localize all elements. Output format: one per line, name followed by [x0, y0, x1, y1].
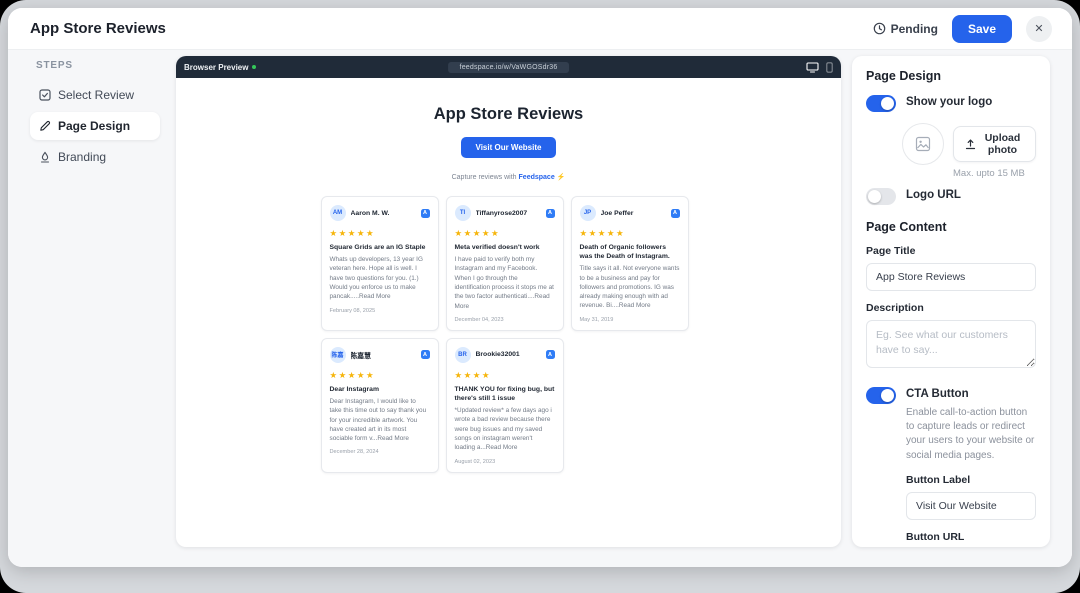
sidebar-item-page-design[interactable]: Page Design — [30, 112, 160, 140]
avatar: 陈嘉 — [330, 347, 346, 363]
review-body[interactable]: Title says it all. Not everyone wants to… — [580, 264, 680, 310]
browser-preview-text: Browser Preview — [184, 63, 248, 72]
visit-website-button[interactable]: Visit Our Website — [461, 137, 557, 158]
close-button[interactable]: ✕ — [1026, 16, 1052, 42]
reviewer-name: Tiffanyrose2007 — [476, 210, 541, 217]
preview-url[interactable]: feedspace.io/w/VaWGOSdr36 — [448, 62, 570, 73]
steps-sidebar: STEPS Select Review Page Design Branding — [30, 60, 160, 174]
page-content-heading: Page Content — [866, 220, 1036, 234]
app-header: App Store Reviews Pending Save ✕ — [8, 8, 1072, 50]
sidebar-item-label: Branding — [58, 150, 106, 164]
review-card: AM Aaron M. W. A ★★★★★ Square Grids are … — [321, 196, 439, 331]
save-button[interactable]: Save — [952, 15, 1012, 43]
page-title-input[interactable] — [866, 263, 1036, 291]
show-logo-toggle[interactable] — [866, 95, 896, 112]
cta-button-label: CTA Button — [906, 386, 1036, 403]
sidebar-item-branding[interactable]: Branding — [30, 143, 160, 171]
review-date: May 31, 2019 — [580, 317, 680, 323]
logo-placeholder[interactable] — [902, 123, 944, 165]
review-body[interactable]: *Updated review* a few days ago i wrote … — [455, 406, 555, 452]
reviewer-name: Joe Peffer — [601, 210, 666, 217]
star-rating: ★★★★ — [455, 370, 555, 381]
upload-size-hint: Max. upto 15 MB — [953, 168, 1036, 179]
review-title: Dear Instagram — [330, 385, 430, 394]
show-logo-label: Show your logo — [906, 94, 992, 111]
steps-heading: STEPS — [36, 60, 160, 71]
reviews-grid: AM Aaron M. W. A ★★★★★ Square Grids are … — [321, 196, 697, 473]
app-store-icon: A — [546, 350, 555, 359]
sidebar-item-label: Page Design — [58, 119, 130, 133]
review-title: Square Grids are an IG Staple — [330, 243, 430, 252]
reviewer-name: 陈嘉慧 — [351, 350, 416, 360]
star-rating: ★★★★★ — [455, 228, 555, 239]
wall-title: App Store Reviews — [176, 105, 841, 124]
review-body[interactable]: I have paid to verify both my Instagram … — [455, 255, 555, 311]
caption-text: Capture reviews with — [452, 174, 517, 181]
app-store-icon: A — [671, 209, 680, 218]
desktop-icon[interactable] — [806, 62, 819, 73]
description-label: Description — [866, 302, 1036, 314]
review-date: February 08, 2025 — [330, 308, 430, 314]
review-body[interactable]: Dear Instagram, I would like to take thi… — [330, 397, 430, 443]
feedspace-link[interactable]: Feedspace — [519, 174, 555, 181]
star-rating: ★★★★★ — [330, 370, 430, 381]
cta-button-description: Enable call-to-action button to capture … — [906, 406, 1036, 463]
description-input[interactable] — [866, 320, 1036, 368]
avatar: AM — [330, 205, 346, 221]
button-url-label: Button URL — [906, 531, 1036, 543]
pencil-icon — [39, 120, 51, 132]
avatar: JP — [580, 205, 596, 221]
panel-heading: Page Design — [866, 69, 1036, 83]
app-window: App Store Reviews Pending Save ✕ STEPS S… — [8, 8, 1072, 567]
review-title: Meta verified doesn't work — [455, 243, 555, 252]
app-body: STEPS Select Review Page Design Branding — [8, 50, 1072, 567]
app-store-icon: A — [421, 209, 430, 218]
live-status-dot — [252, 65, 256, 69]
avatar: BR — [455, 347, 471, 363]
clock-icon — [873, 22, 886, 35]
review-card: BR Brookie32001 A ★★★★ THANK YOU for fix… — [446, 338, 564, 473]
star-rating: ★★★★★ — [580, 228, 680, 239]
status-badge: Pending — [873, 22, 938, 36]
page-title-label: Page Title — [866, 245, 1036, 257]
logo-url-label: Logo URL — [906, 187, 961, 204]
button-label-input[interactable] — [906, 492, 1036, 520]
review-date: December 04, 2023 — [455, 317, 555, 323]
app-store-icon: A — [546, 209, 555, 218]
feedspace-caption: Capture reviews with Feedspace ⚡ — [176, 173, 841, 181]
sidebar-item-select-review[interactable]: Select Review — [30, 81, 160, 109]
browser-preview-bar: Browser Preview feedspace.io/w/VaWGOSdr3… — [176, 56, 841, 78]
mobile-icon[interactable] — [826, 62, 833, 73]
sidebar-item-label: Select Review — [58, 88, 134, 102]
upload-photo-label: Upload photo — [981, 132, 1024, 156]
star-rating: ★★★★★ — [330, 228, 430, 239]
review-title: Death of Organic followers was the Death… — [580, 243, 680, 261]
app-store-icon: A — [421, 350, 430, 359]
reviewer-name: Aaron M. W. — [351, 210, 416, 217]
review-card: TI Tiffanyrose2007 A ★★★★★ Meta verified… — [446, 196, 564, 331]
review-date: December 28, 2024 — [330, 449, 430, 455]
branding-icon — [39, 151, 51, 163]
logo-url-toggle[interactable] — [866, 188, 896, 205]
cta-button-toggle[interactable] — [866, 387, 896, 404]
lightning-icon: ⚡ — [557, 174, 566, 181]
checkbox-icon — [39, 89, 51, 101]
review-card: JP Joe Peffer A ★★★★★ Death of Organic f… — [571, 196, 689, 331]
browser-preview: Browser Preview feedspace.io/w/VaWGOSdr3… — [176, 56, 841, 547]
page-title: App Store Reviews — [30, 20, 166, 37]
upload-icon — [965, 139, 976, 150]
review-card: 陈嘉 陈嘉慧 A ★★★★★ Dear Instagram Dear Insta… — [321, 338, 439, 473]
page-design-panel: Page Design Show your logo Upload — [852, 56, 1050, 547]
preview-content: App Store Reviews Visit Our Website Capt… — [176, 105, 841, 473]
reviewer-name: Brookie32001 — [476, 351, 541, 358]
browser-preview-label: Browser Preview — [184, 63, 256, 72]
review-date: August 02, 2023 — [455, 459, 555, 465]
upload-photo-button[interactable]: Upload photo — [953, 126, 1036, 162]
image-icon — [915, 136, 931, 152]
review-body[interactable]: Whats up developers, 13 year IG veteran … — [330, 255, 430, 301]
review-title: THANK YOU for fixing bug, but there's st… — [455, 385, 555, 403]
avatar: TI — [455, 205, 471, 221]
status-text: Pending — [891, 22, 938, 36]
button-label-label: Button Label — [906, 474, 1036, 486]
